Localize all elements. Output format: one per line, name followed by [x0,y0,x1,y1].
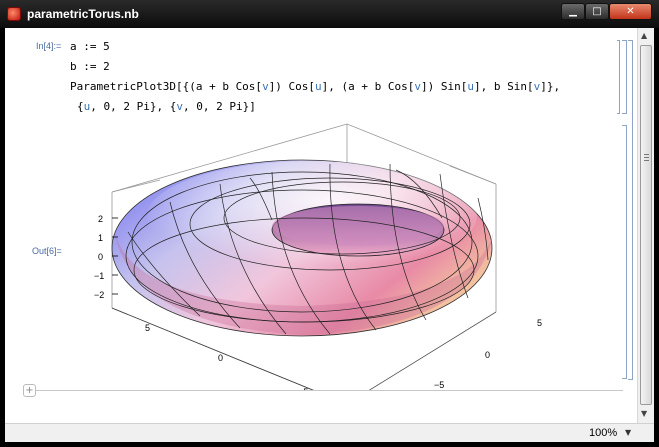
code-text: ]) Cos[ [268,80,316,93]
code-line-1[interactable]: a := 5 [70,40,110,53]
z-tick-label: 1 [98,233,103,243]
code-text: ], (a + b Cos[ [321,80,415,93]
z-tick-label: 0 [98,252,103,262]
mathematica-app-icon [7,7,21,21]
torus-3d-plot[interactable]: 2 1 0 −1 −2 5 0 −5 5 0 −5 [90,120,560,390]
close-button[interactable]: ✕ [609,3,652,20]
code-text: ], b Sin[ [474,80,534,93]
scroll-grip [644,160,649,161]
code-line-4[interactable]: {u, 0, 2 Pi}, {v, 0, 2 Pi}] [77,100,256,113]
code-var-v: v [176,100,183,113]
code-var-u: u [315,80,322,93]
code-text: , 0, 2 Pi}] [182,100,256,113]
output-cell-bracket[interactable] [622,125,627,379]
notebook-area[interactable]: In[4]:= a := 5 b := 2 ParametricPlot3D[{… [5,28,637,423]
scroll-down-arrow-icon[interactable]: ▼ [641,409,647,418]
code-text: ]}, [540,80,561,93]
torus-surface [111,159,494,337]
code-text: , 0, 2 Pi}, { [90,100,177,113]
z-tick-label: −1 [94,271,104,281]
code-var-u: u [467,80,474,93]
code-line-2[interactable]: b := 2 [70,60,110,73]
code-text: ParametricPlot3D[{(a + b Cos[ [70,80,263,93]
add-cell-button[interactable]: + [23,384,36,397]
left-tick-label: 0 [218,353,223,363]
left-tick-label: 5 [145,323,150,333]
code-text: ]) Sin[ [421,80,468,93]
input-label: In[4]:= [36,41,62,51]
vertical-scrollbar[interactable]: ▲ ▼ [637,28,654,423]
right-tick-label: 5 [537,318,542,328]
status-bar: 100% ▼ [5,423,654,442]
scroll-grip [644,157,649,158]
z-tick-label: −2 [94,290,104,300]
scroll-up-arrow-icon[interactable]: ▲ [641,31,647,40]
cell-insertion-line [23,390,623,391]
code-var-v: v [262,80,269,93]
zoom-dropdown-icon[interactable]: ▼ [625,428,631,437]
window-frame: In[4]:= a := 5 b := 2 ParametricPlot3D[{… [5,28,654,442]
minimize-button[interactable]: ▁ [561,3,585,20]
outer-cell-bracket[interactable] [628,40,633,380]
title-bar: parametricTorus.nb ▁ □ ✕ [0,0,659,28]
code-text: { [77,100,84,113]
right-tick-label: −5 [434,380,444,390]
output-label: Out[6]= [32,246,62,256]
right-tick-label: 0 [485,350,490,360]
maximize-button[interactable]: □ [585,3,609,20]
input-cell-bracket[interactable] [622,40,627,114]
scroll-grip [644,154,649,155]
scroll-thumb[interactable] [640,45,652,405]
zoom-level[interactable]: 100% [589,427,617,439]
group-cell-bracket[interactable] [617,40,620,114]
window-title: parametricTorus.nb [27,7,139,21]
code-line-3[interactable]: ParametricPlot3D[{(a + b Cos[v]) Cos[u],… [70,80,560,93]
right-axis: 5 0 −5 [434,318,542,390]
z-tick-label: 2 [98,214,103,224]
